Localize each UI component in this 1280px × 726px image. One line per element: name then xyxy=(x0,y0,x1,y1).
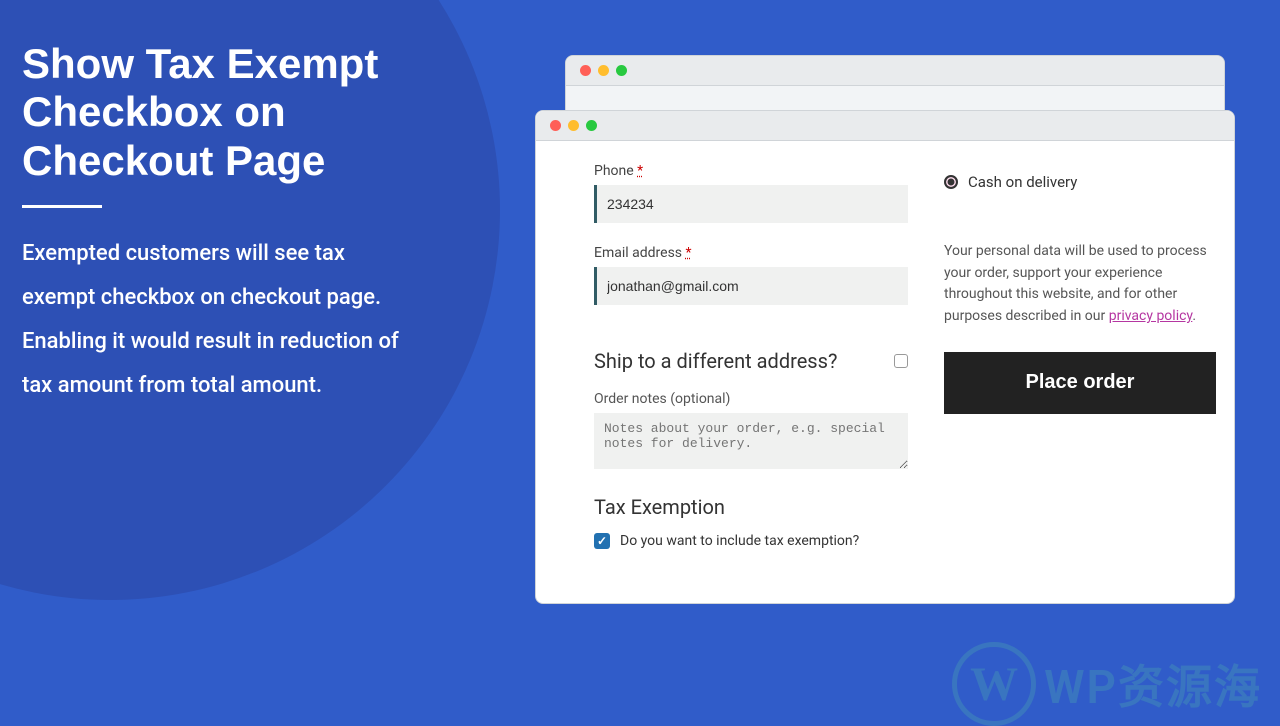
place-order-button[interactable]: Place order xyxy=(944,352,1216,414)
minimize-icon[interactable] xyxy=(568,120,579,131)
tax-exemption-title: Tax Exemption xyxy=(594,495,908,519)
close-icon[interactable] xyxy=(550,120,561,131)
payment-label: Cash on delivery xyxy=(968,173,1077,191)
phone-label: Phone * xyxy=(594,163,908,179)
tax-exemption-checkbox[interactable]: ✓ xyxy=(594,533,610,549)
checkout-content: Phone * Email address * Ship to a differ… xyxy=(536,141,1234,603)
ship-different-address-row: Ship to a different address? xyxy=(594,349,908,373)
window-titlebar xyxy=(566,56,1224,86)
email-label: Email address * xyxy=(594,245,908,261)
order-notes-label: Order notes (optional) xyxy=(594,391,908,407)
promo-description: Exempted customers will see tax exempt c… xyxy=(22,232,422,408)
order-notes-field[interactable] xyxy=(594,413,908,469)
promo-panel: Show Tax Exempt Checkbox on Checkout Pag… xyxy=(22,40,422,408)
tax-exemption-label: Do you want to include tax exemption? xyxy=(620,533,859,549)
privacy-policy-link[interactable]: privacy policy xyxy=(1109,308,1193,324)
window-titlebar xyxy=(536,111,1234,141)
ship-title: Ship to a different address? xyxy=(594,349,837,373)
phone-label-text: Phone xyxy=(594,163,634,179)
minimize-icon[interactable] xyxy=(598,65,609,76)
maximize-icon[interactable] xyxy=(586,120,597,131)
promo-divider xyxy=(22,205,102,208)
checkout-right-column: Cash on delivery Your personal data will… xyxy=(934,163,1216,585)
maximize-icon[interactable] xyxy=(616,65,627,76)
wordpress-icon: W xyxy=(952,642,1036,726)
ship-checkbox[interactable] xyxy=(894,354,908,368)
payment-method-row: Cash on delivery xyxy=(944,173,1216,191)
required-icon: * xyxy=(686,245,692,261)
required-icon: * xyxy=(637,163,643,179)
close-icon[interactable] xyxy=(580,65,591,76)
email-label-text: Email address xyxy=(594,245,682,261)
phone-field[interactable] xyxy=(594,185,908,223)
payment-radio[interactable] xyxy=(944,175,958,189)
watermark-logo: W WP资源海 xyxy=(952,642,1262,726)
privacy-notice: Your personal data will be used to proce… xyxy=(944,241,1216,328)
checkout-window: Phone * Email address * Ship to a differ… xyxy=(535,110,1235,604)
checkout-left-column: Phone * Email address * Ship to a differ… xyxy=(594,163,934,585)
watermark-text: WP资源海 xyxy=(1044,651,1262,717)
privacy-suffix: . xyxy=(1192,308,1196,324)
tax-exemption-row: ✓ Do you want to include tax exemption? xyxy=(594,533,908,549)
promo-title: Show Tax Exempt Checkbox on Checkout Pag… xyxy=(22,40,422,185)
email-field[interactable] xyxy=(594,267,908,305)
